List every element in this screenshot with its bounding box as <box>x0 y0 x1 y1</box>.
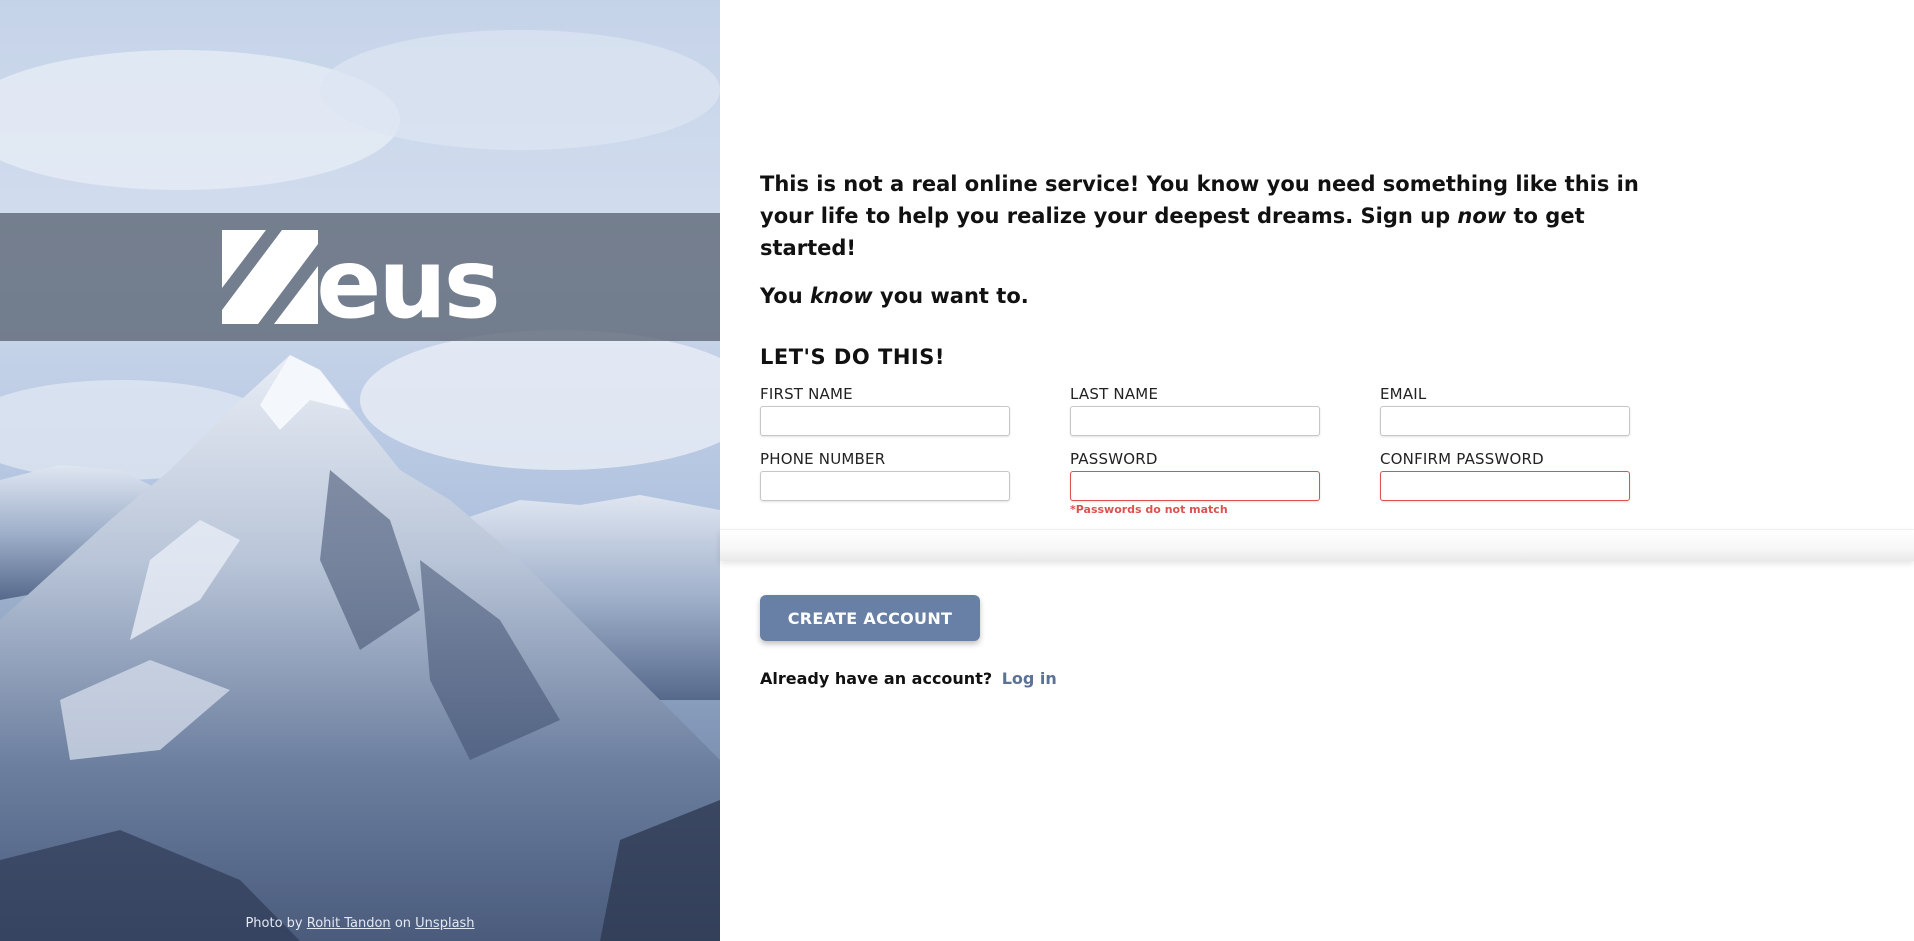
confirm-password-label: CONFIRM PASSWORD <box>1380 450 1544 468</box>
phone-group: PHONE NUMBER <box>760 450 1010 516</box>
credit-on: on <box>394 916 412 931</box>
hero-panel: eus Photo by Rohit Tandon on Unsplash <box>0 0 720 941</box>
last-name-input[interactable] <box>1070 406 1320 436</box>
credit-site-link[interactable]: Unsplash <box>415 916 474 931</box>
first-name-label: FIRST NAME <box>760 385 853 403</box>
login-prompt-row: Already have an account? Log in <box>760 669 1057 688</box>
email-label: EMAIL <box>1380 385 1427 403</box>
password-input[interactable] <box>1070 471 1320 501</box>
intro-line2-b: you want to. <box>880 284 1029 308</box>
logo-band: eus <box>0 213 720 341</box>
password-error-message: *Passwords do not match <box>1070 503 1228 516</box>
confirm-password-input[interactable] <box>1380 471 1630 501</box>
mountain-background-image <box>0 0 720 941</box>
form-title: LET'S DO THIS! <box>760 345 945 369</box>
intro-line2-a: You <box>760 284 803 308</box>
email-group: EMAIL <box>1380 385 1630 436</box>
intro-section: This is not a real online service! You k… <box>760 168 1640 308</box>
first-name-group: FIRST NAME <box>760 385 1010 436</box>
credit-author-link[interactable]: Rohit Tandon <box>307 916 391 931</box>
form-actions: CREATE ACCOUNT Already have an account? … <box>760 595 1057 688</box>
first-name-input[interactable] <box>760 406 1010 436</box>
signup-form: LET'S DO THIS! FIRST NAME LAST NAME EMAI… <box>760 345 1630 516</box>
photo-credit: Photo by Rohit Tandon on Unsplash <box>0 916 720 931</box>
intro-line1-a: This is not a real online service! You k… <box>760 172 1639 228</box>
phone-input[interactable] <box>760 471 1010 501</box>
password-group: PASSWORD *Passwords do not match <box>1070 450 1320 516</box>
login-prompt: Already have an account? <box>760 669 993 688</box>
credit-prefix: Photo by <box>245 916 303 931</box>
intro-text: This is not a real online service! You k… <box>760 168 1640 264</box>
brand-logo: eus <box>222 222 501 340</box>
confirm-password-group: CONFIRM PASSWORD <box>1380 450 1630 516</box>
intro-line1-emphasis: now <box>1457 204 1507 228</box>
last-name-group: LAST NAME <box>1070 385 1320 436</box>
section-divider <box>720 529 1914 561</box>
phone-label: PHONE NUMBER <box>760 450 886 468</box>
form-fields: FIRST NAME LAST NAME EMAIL PHONE NUMBER … <box>760 385 1630 516</box>
signup-panel: This is not a real online service! You k… <box>720 0 1914 941</box>
intro-line2-emphasis: know <box>809 284 873 308</box>
login-link[interactable]: Log in <box>1002 669 1057 688</box>
create-account-button[interactable]: CREATE ACCOUNT <box>760 595 980 641</box>
email-input[interactable] <box>1380 406 1630 436</box>
intro-tagline: You know you want to. <box>760 284 1640 308</box>
password-label: PASSWORD <box>1070 450 1158 468</box>
last-name-label: LAST NAME <box>1070 385 1159 403</box>
brand-name: eus <box>316 228 501 340</box>
zeus-z-mark-icon <box>222 230 319 324</box>
